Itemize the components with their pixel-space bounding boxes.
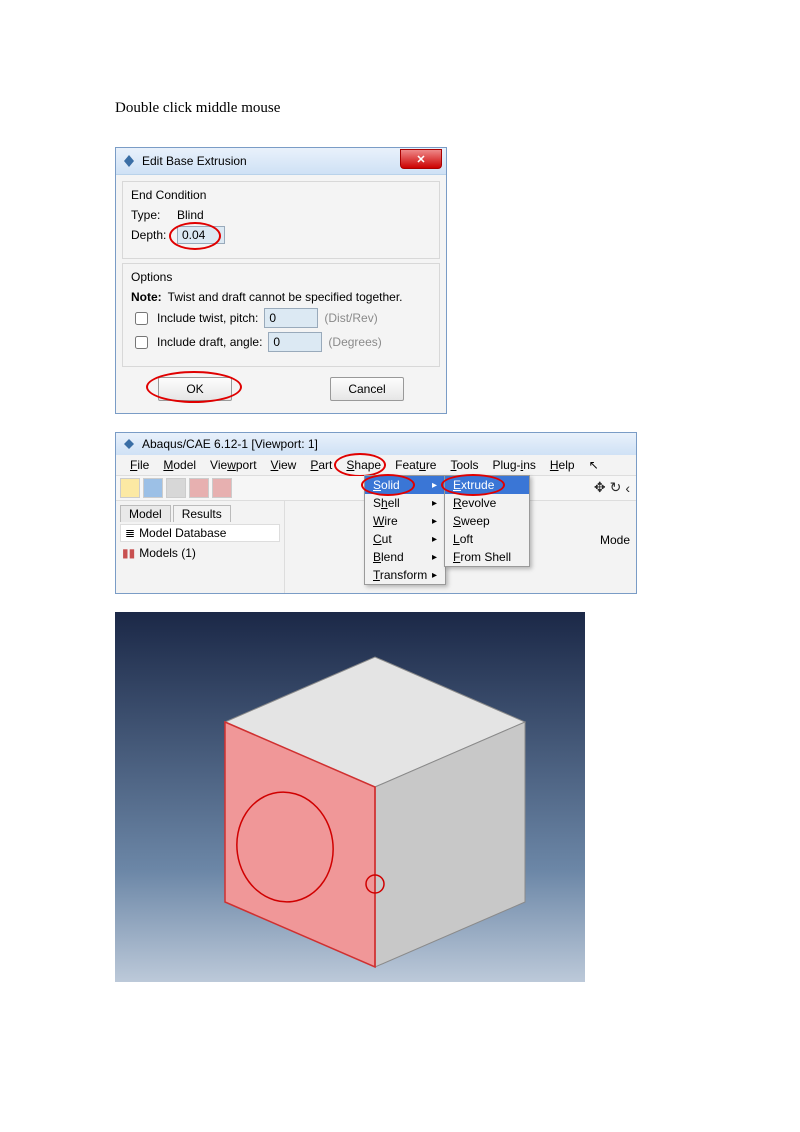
twist-value[interactable]: 0 xyxy=(264,308,318,328)
model-database-select[interactable]: ≣ Model Database xyxy=(120,524,280,542)
shape-shell[interactable]: Shell▸ xyxy=(365,494,445,512)
tab-model[interactable]: Model xyxy=(120,505,171,522)
depth-label: Depth: xyxy=(131,228,171,242)
tool-icon-1[interactable] xyxy=(189,478,209,498)
menu-model[interactable]: Model xyxy=(157,457,202,473)
dialog-titlebar: Edit Base Extrusion ✕ xyxy=(116,148,446,175)
menu-view[interactable]: View xyxy=(265,457,303,473)
shape-blend[interactable]: Blend▸ xyxy=(365,548,445,566)
note-label: Note: xyxy=(131,290,162,304)
end-condition-group: End Condition Type: Blind Depth: xyxy=(122,181,440,259)
solid-revolve[interactable]: Revolve xyxy=(445,494,529,512)
tree-models-label: Models (1) xyxy=(139,546,196,560)
shape-wire[interactable]: Wire▸ xyxy=(365,512,445,530)
pan-icon[interactable]: ✥ xyxy=(594,479,606,496)
solid-loft[interactable]: Loft xyxy=(445,530,529,548)
cancel-button[interactable]: Cancel xyxy=(330,377,404,401)
include-draft-checkbox[interactable] xyxy=(135,336,148,349)
depth-field[interactable] xyxy=(177,226,225,244)
view-controls: ✥ ↻ ‹ xyxy=(594,479,630,496)
type-label: Type: xyxy=(131,208,171,222)
menu-plugins[interactable]: Plug-ins xyxy=(487,457,542,473)
include-twist-label: Include twist, pitch: xyxy=(157,311,258,325)
model-database-label: Model Database xyxy=(139,526,226,540)
menubar: File Model Viewport View Part Shape Feat… xyxy=(116,455,636,476)
draft-value[interactable]: 0 xyxy=(268,332,322,352)
tree-models[interactable]: ▮▮ Models (1) xyxy=(120,542,280,564)
draft-unit: (Degrees) xyxy=(328,335,381,349)
menu-help[interactable]: Help xyxy=(544,457,581,473)
include-draft-label: Include draft, angle: xyxy=(157,335,262,349)
annotation-circle-shape xyxy=(334,453,386,477)
edit-base-extrusion-dialog: Edit Base Extrusion ✕ End Condition Type… xyxy=(115,147,447,414)
abaqus-title: Abaqus/CAE 6.12-1 [Viewport: 1] xyxy=(142,437,318,451)
app-icon xyxy=(122,437,136,451)
app-icon xyxy=(122,154,136,168)
print-icon[interactable] xyxy=(166,478,186,498)
abaqus-titlebar: Abaqus/CAE 6.12-1 [Viewport: 1] xyxy=(116,433,636,455)
more-icon[interactable]: ‹ xyxy=(625,480,630,496)
close-icon[interactable]: ✕ xyxy=(400,149,442,169)
solid-sweep[interactable]: Sweep xyxy=(445,512,529,530)
viewport-3d[interactable] xyxy=(115,612,585,982)
abaqus-window: Abaqus/CAE 6.12-1 [Viewport: 1] File Mod… xyxy=(115,432,637,594)
shape-transform[interactable]: Transform▸ xyxy=(365,566,445,584)
menu-feature[interactable]: Feature xyxy=(389,457,442,473)
models-icon: ▮▮ xyxy=(122,546,135,560)
open-icon[interactable] xyxy=(120,478,140,498)
menu-more-icon[interactable]: ↖ xyxy=(583,457,605,473)
twist-unit: (Dist/Rev) xyxy=(324,311,377,325)
ok-button[interactable]: OK xyxy=(158,377,232,401)
tool-icon-2[interactable] xyxy=(212,478,232,498)
menu-file[interactable]: File xyxy=(124,457,155,473)
note-text: Twist and draft cannot be specified toge… xyxy=(168,290,403,304)
menu-viewport[interactable]: Viewport xyxy=(204,457,263,473)
mode-label: Mode xyxy=(600,533,630,547)
cube-render xyxy=(115,612,585,982)
instruction-text: Double click middle mouse xyxy=(115,100,685,117)
end-condition-title: End Condition xyxy=(131,188,431,202)
shape-dropdown: Solid▸ Shell▸ Wire▸ Cut▸ Blend▸ Transfor… xyxy=(364,475,446,585)
menu-shape[interactable]: Shape xyxy=(340,457,387,473)
menu-tools[interactable]: Tools xyxy=(444,457,484,473)
options-title: Options xyxy=(131,270,431,284)
rotate-icon[interactable]: ↻ xyxy=(610,479,622,496)
options-group: Options Note: Twist and draft cannot be … xyxy=(122,263,440,367)
solid-extrude[interactable]: Extrude xyxy=(445,476,529,494)
solid-dropdown: Extrude Revolve Sweep Loft From Shell xyxy=(444,475,530,567)
db-icon: ≣ xyxy=(125,526,135,540)
solid-fromshell[interactable]: From Shell xyxy=(445,548,529,566)
dialog-title: Edit Base Extrusion xyxy=(142,154,247,168)
type-value: Blind xyxy=(177,208,204,222)
menu-part[interactable]: Part xyxy=(304,457,338,473)
tab-results[interactable]: Results xyxy=(173,505,231,522)
shape-cut[interactable]: Cut▸ xyxy=(365,530,445,548)
shape-solid[interactable]: Solid▸ xyxy=(365,476,445,494)
include-twist-checkbox[interactable] xyxy=(135,312,148,325)
save-icon[interactable] xyxy=(143,478,163,498)
